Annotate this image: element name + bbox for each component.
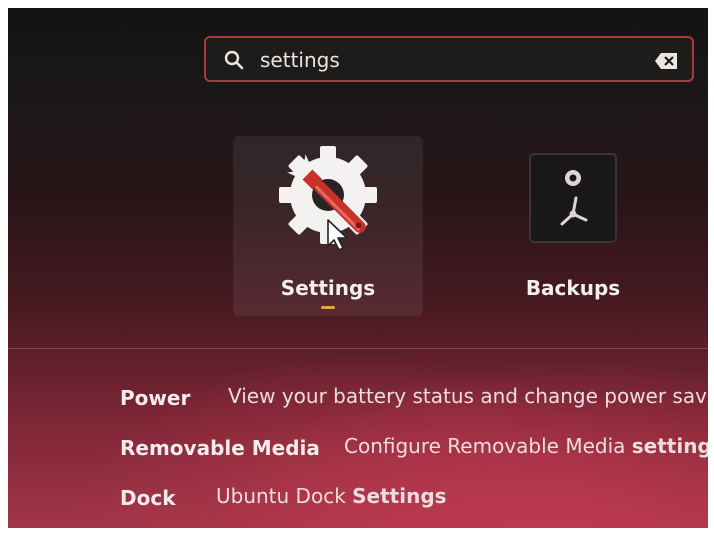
activities-overview: Settings Backups Power View your battery… (8, 8, 708, 528)
results-divider (8, 348, 708, 349)
result-name: Removable Media (120, 436, 320, 460)
search-bar[interactable] (204, 36, 694, 82)
result-name: Power (120, 386, 191, 410)
result-name: Dock (120, 486, 176, 510)
running-indicator (321, 306, 335, 309)
result-power[interactable]: Power View your battery status and chang… (120, 384, 708, 420)
app-backups[interactable]: Backups (478, 136, 668, 316)
app-label-backups: Backups (525, 276, 621, 300)
result-description: Configure Removable Media settings (344, 434, 708, 458)
app-label-settings: Settings (280, 276, 376, 300)
search-icon (224, 50, 244, 70)
result-removable-media[interactable]: Removable Media Configure Removable Medi… (120, 434, 708, 470)
search-input[interactable] (258, 44, 642, 76)
mouse-pointer-icon (327, 219, 348, 251)
result-description: View your battery status and change powe… (228, 384, 708, 408)
backups-safe-icon (529, 153, 617, 243)
result-description: Ubuntu Dock Settings (216, 484, 447, 508)
backspace-clear-icon[interactable] (654, 52, 678, 70)
result-dock[interactable]: Dock Ubuntu Dock Settings (120, 484, 520, 520)
